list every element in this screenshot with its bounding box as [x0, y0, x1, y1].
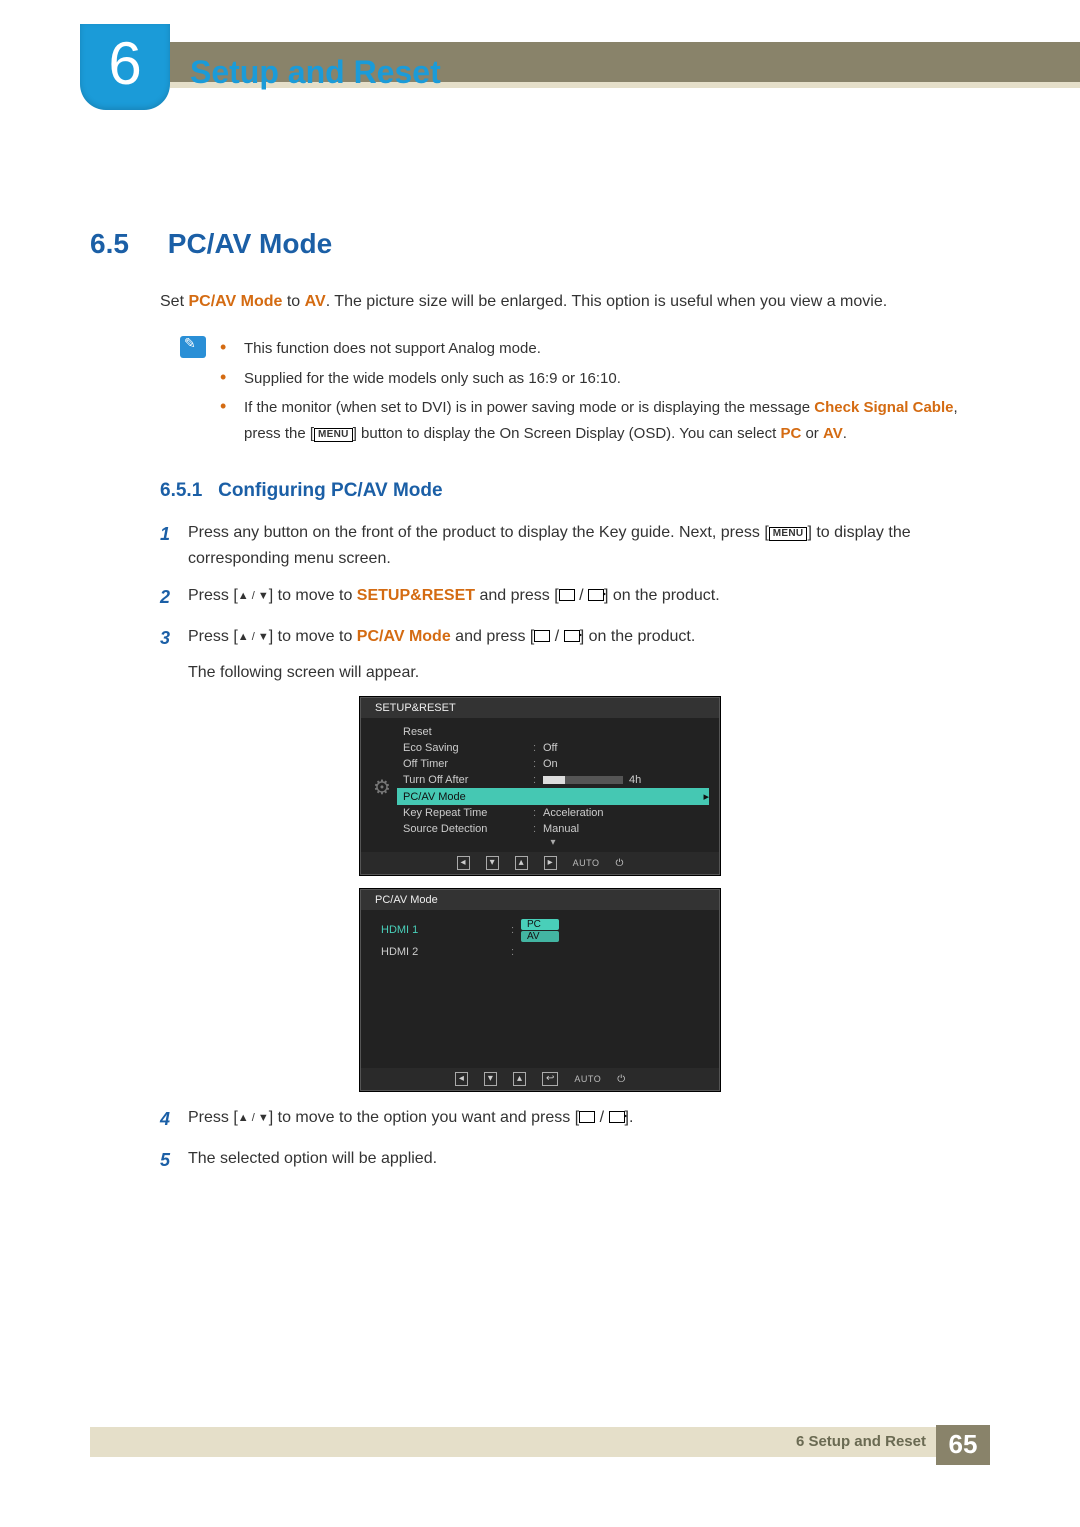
up-down-icon: ▲ / ▼: [238, 1112, 269, 1124]
section-intro: Set PC/AV Mode to AV. The picture size w…: [160, 290, 990, 314]
page-number: 65: [936, 1425, 990, 1465]
step-1: 1 Press any button on the front of the p…: [160, 520, 990, 571]
osd-title: PC/AV Mode: [361, 890, 719, 910]
nav-left-icon: ◂: [457, 856, 470, 870]
section-number: 6.5: [90, 228, 160, 260]
step-text: Press [▲ / ▼] to move to PC/AV Mode and …: [188, 624, 990, 685]
source-icon: [534, 630, 550, 642]
section-heading: 6.5 PC/AV Mode: [90, 228, 990, 260]
step-4: 4 Press [▲ / ▼] to move to the option yo…: [160, 1105, 990, 1134]
nav-left-icon: ◂: [455, 1072, 468, 1086]
page-footer: 6 Setup and Reset 65: [0, 1427, 1080, 1457]
osd-screenshot-setup-reset: SETUP&RESET ⚙ Reset Eco Saving:Off Off T…: [360, 697, 720, 875]
osd-row: Source Detection:Manual: [397, 821, 709, 837]
osd-panel: SETUP&RESET ⚙ Reset Eco Saving:Off Off T…: [360, 697, 720, 875]
step-text: Press any button on the front of the pro…: [188, 520, 990, 571]
chapter-title: Setup and Reset: [190, 54, 441, 91]
step-number: 3: [160, 624, 188, 685]
osd-screenshot-pcav: PC/AV Mode HDMI 1 : PC AV HDMI 2: [360, 889, 720, 1091]
section-title: PC/AV Mode: [168, 228, 332, 259]
note-item: • This function does not support Analog …: [220, 336, 990, 362]
option-pc: PC: [521, 919, 559, 930]
enter-icon: [564, 630, 580, 642]
osd-row: Eco Saving:Off: [397, 740, 709, 756]
osd-panel: PC/AV Mode HDMI 1 : PC AV HDMI 2: [360, 889, 720, 1091]
subsection-heading: 6.5.1 Configuring PC/AV Mode: [160, 480, 990, 502]
osd-row: Turn Off After:4h: [397, 772, 709, 788]
step-number: 4: [160, 1105, 188, 1134]
progress-bar: [543, 776, 623, 784]
step-number: 1: [160, 520, 188, 571]
note-icon-wrap: [180, 336, 220, 450]
up-down-icon: ▲ / ▼: [238, 590, 269, 602]
note-text: This function does not support Analog mo…: [244, 336, 541, 362]
footer-chapter-label: 6 Setup and Reset: [796, 1433, 926, 1450]
subsection-number: 6.5.1: [160, 480, 202, 501]
nav-right-icon: ▸: [544, 856, 557, 870]
chapter-header: 6 Setup and Reset: [0, 28, 1080, 118]
step-number: 2: [160, 583, 188, 612]
step-text: Press [▲ / ▼] to move to the option you …: [188, 1105, 990, 1134]
step-3: 3 Press [▲ / ▼] to move to PC/AV Mode an…: [160, 624, 990, 685]
nav-enter-icon: ↩: [542, 1072, 558, 1086]
nav-down-icon: ▾: [486, 856, 499, 870]
power-icon: ⏻: [616, 858, 624, 869]
up-down-icon: ▲ / ▼: [238, 631, 269, 643]
step-text: The selected option will be applied.: [188, 1146, 990, 1175]
source-icon: [579, 1111, 595, 1123]
enter-icon: [588, 589, 604, 601]
step-text: Press [▲ / ▼] to move to SETUP&RESET and…: [188, 583, 990, 612]
osd-row-highlighted: PC/AV Mode▸: [397, 788, 709, 805]
osd-row: HDMI 2 :: [375, 944, 709, 960]
source-icon: [559, 589, 575, 601]
power-icon: ⏻: [617, 1074, 625, 1085]
page-content: 6.5 PC/AV Mode Set PC/AV Mode to AV. The…: [0, 118, 1080, 1227]
step-number: 5: [160, 1146, 188, 1175]
subsection-title: Configuring PC/AV Mode: [218, 480, 442, 501]
scroll-down-icon: ▾: [397, 837, 709, 850]
nav-up-icon: ▴: [515, 856, 528, 870]
nav-down-icon: ▾: [484, 1072, 497, 1086]
menu-button-label: MENU: [769, 527, 808, 541]
osd-menu: HDMI 1 : PC AV HDMI 2 :: [375, 916, 709, 1066]
step-2: 2 Press [▲ / ▼] to move to SETUP&RESET a…: [160, 583, 990, 612]
osd-title: SETUP&RESET: [361, 698, 719, 718]
note-block: • This function does not support Analog …: [180, 336, 990, 450]
step-3-note: The following screen will appear.: [188, 660, 990, 686]
auto-label: AUTO: [573, 858, 600, 868]
note-icon: [180, 336, 206, 358]
chapter-number-badge: 6: [80, 24, 170, 110]
note-text: Supplied for the wide models only such a…: [244, 366, 621, 392]
osd-footer: ◂ ▾ ▴ ▸ AUTO ⏻: [361, 852, 719, 874]
osd-menu: Reset Eco Saving:Off Off Timer:On Turn O…: [397, 724, 709, 850]
menu-button-label: MENU: [314, 428, 353, 442]
bullet-icon: •: [220, 366, 244, 392]
note-item: • Supplied for the wide models only such…: [220, 366, 990, 392]
note-list: • This function does not support Analog …: [220, 336, 990, 450]
auto-label: AUTO: [574, 1074, 601, 1084]
enter-icon: [609, 1111, 625, 1123]
nav-up-icon: ▴: [513, 1072, 526, 1086]
osd-footer: ◂ ▾ ▴ ↩ AUTO ⏻: [361, 1068, 719, 1090]
note-text: If the monitor (when set to DVI) is in p…: [244, 395, 990, 446]
bullet-icon: •: [220, 395, 244, 446]
step-5: 5 The selected option will be applied.: [160, 1146, 990, 1175]
osd-row: Key Repeat Time:Acceleration: [397, 805, 709, 821]
gear-icon: ⚙: [373, 775, 391, 800]
option-av: AV: [521, 931, 559, 942]
osd-row: Reset: [397, 724, 709, 740]
bullet-icon: •: [220, 336, 244, 362]
osd-row: HDMI 1 : PC AV: [375, 916, 709, 944]
osd-row: Off Timer:On: [397, 756, 709, 772]
steps-list: 1 Press any button on the front of the p…: [160, 520, 990, 1175]
note-item: • If the monitor (when set to DVI) is in…: [220, 395, 990, 446]
